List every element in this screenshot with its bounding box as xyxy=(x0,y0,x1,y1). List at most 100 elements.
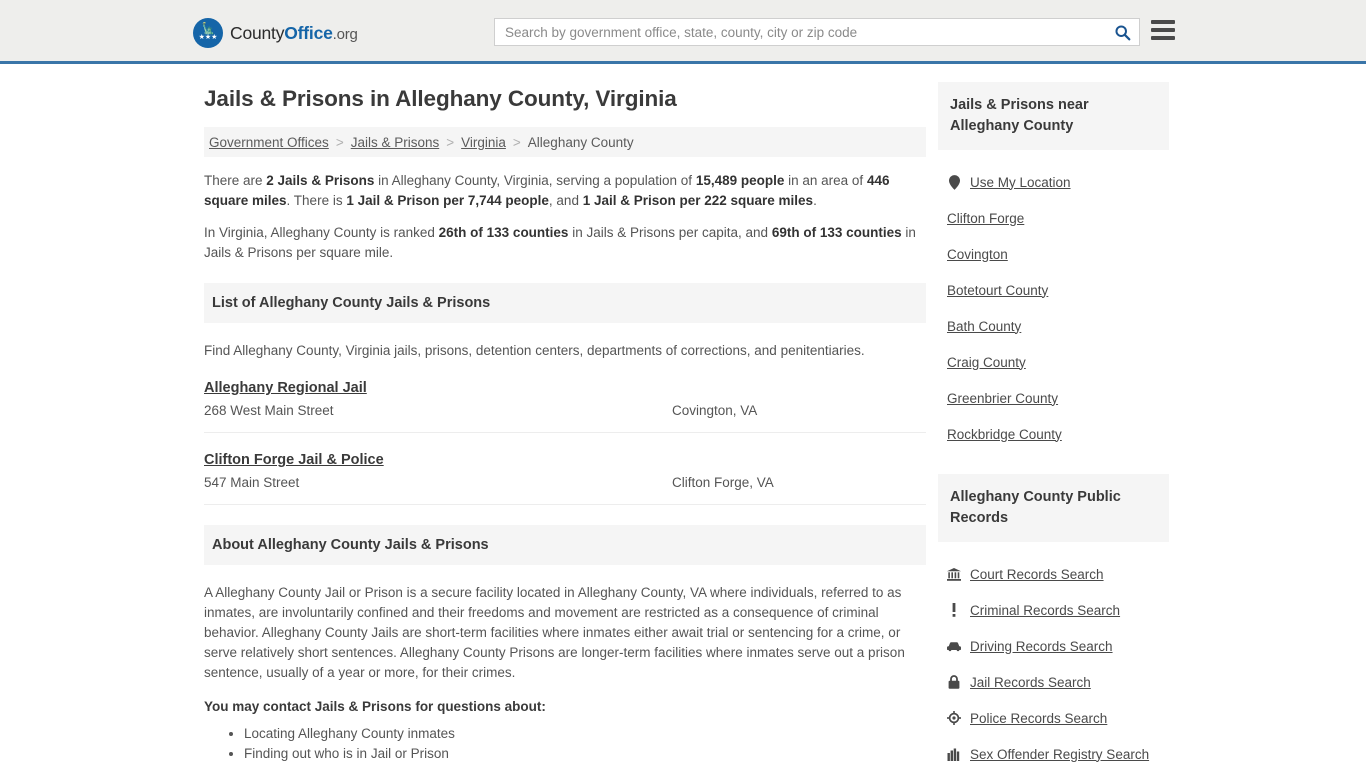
listing-address: 268 West Main Street xyxy=(204,403,334,418)
intro-text: in Alleghany County, Virginia, serving a… xyxy=(374,173,696,188)
breadcrumb-item-government-offices[interactable]: Government Offices xyxy=(209,135,329,150)
exclamation-icon xyxy=(947,603,961,617)
records-panel-heading: Alleghany County Public Records xyxy=(938,474,1169,542)
list-section-description: Find Alleghany County, Virginia jails, p… xyxy=(204,343,865,358)
sidebar-item-bath-county[interactable]: Bath County xyxy=(938,308,1169,344)
nearby-link[interactable]: Bath County xyxy=(947,319,1021,334)
intro-text: in Jails & Prisons per capita, and xyxy=(568,225,772,240)
stat-rank-capita: 26th of 133 counties xyxy=(438,225,569,240)
listing-name[interactable]: Clifton Forge Jail & Police xyxy=(204,452,384,468)
intro-text: . There is xyxy=(286,193,347,208)
search-input[interactable] xyxy=(495,19,1105,45)
sidebar: Jails & Prisons near Alleghany County Us… xyxy=(938,82,1169,768)
about-section-body: A Alleghany County Jail or Prison is a s… xyxy=(204,583,926,683)
sidebar-item-botetourt-county[interactable]: Botetourt County xyxy=(938,272,1169,308)
records-link[interactable]: Jail Records Search xyxy=(970,675,1091,690)
hamburger-bar-3 xyxy=(1151,36,1175,40)
listing-details: 547 Main Street Clifton Forge, VA xyxy=(204,475,926,490)
sidebar-item-greenbrier-county[interactable]: Greenbrier County xyxy=(938,380,1169,416)
listing-row[interactable]: Clifton Forge Jail & Police 547 Main Str… xyxy=(204,433,926,505)
sidebar-item-clifton-forge[interactable]: Clifton Forge xyxy=(938,200,1169,236)
stat-per-people: 1 Jail & Prison per 7,744 people xyxy=(346,193,549,208)
sidebar-item-sex-offender-registry[interactable]: Sex Offender Registry Search xyxy=(938,736,1169,768)
intro-paragraph-2: In Virginia, Alleghany County is ranked … xyxy=(204,223,926,263)
sidebar-item-rockbridge-county[interactable]: Rockbridge County xyxy=(938,416,1169,452)
logo-text-county: County xyxy=(230,22,285,43)
map-pin-icon xyxy=(947,174,961,190)
car-icon xyxy=(947,641,961,652)
page-title: Jails & Prisons in Alleghany County, Vir… xyxy=(204,86,677,111)
nearby-link[interactable]: Rockbridge County xyxy=(947,427,1062,442)
site-header: 🗽 ★★★ CountyOffice.org xyxy=(0,0,1366,64)
stat-population: 15,489 people xyxy=(695,173,785,188)
contact-topics-list: Locating Alleghany County inmates Findin… xyxy=(204,724,926,768)
sidebar-item-court-records[interactable]: Court Records Search xyxy=(938,556,1169,592)
sidebar-item-police-records[interactable]: Police Records Search xyxy=(938,700,1169,736)
listing-city-state: Covington, VA xyxy=(672,403,758,418)
sidebar-item-jail-records[interactable]: Jail Records Search xyxy=(938,664,1169,700)
listing-address: 547 Main Street xyxy=(204,475,300,490)
listing-row[interactable]: Alleghany Regional Jail 268 West Main St… xyxy=(204,361,926,433)
search-icon xyxy=(1114,24,1130,40)
listing-details: 268 West Main Street Covington, VA xyxy=(204,403,926,418)
nearby-link[interactable]: Clifton Forge xyxy=(947,211,1024,226)
sidebar-item-driving-records[interactable]: Driving Records Search xyxy=(938,628,1169,664)
nearby-panel-heading: Jails & Prisons near Alleghany County xyxy=(938,82,1169,150)
padlock-icon xyxy=(947,675,961,689)
logo-text-office: Office xyxy=(284,22,333,43)
nearby-links-list: Use My Location Clifton Forge Covington … xyxy=(938,150,1169,452)
stat-per-area: 1 Jail & Prison per 222 square miles xyxy=(582,193,814,208)
intro-paragraph-1: There are 2 Jails & Prisons in Alleghany… xyxy=(204,171,926,211)
nearby-link[interactable]: Botetourt County xyxy=(947,283,1048,298)
intro-text: In Virginia, Alleghany County is ranked xyxy=(204,225,439,240)
breadcrumb-separator: > xyxy=(446,134,455,150)
sidebar-item-covington[interactable]: Covington xyxy=(938,236,1169,272)
intro-text: , and xyxy=(548,193,583,208)
search-bar[interactable] xyxy=(494,18,1140,46)
records-links-list: Court Records Search Criminal Records Se… xyxy=(938,542,1169,768)
breadcrumb-separator: > xyxy=(512,134,521,150)
search-button[interactable] xyxy=(1105,19,1139,45)
stat-rank-area: 69th of 133 counties xyxy=(771,225,902,240)
records-link[interactable]: Police Records Search xyxy=(970,711,1107,726)
main-content: Jails & Prisons in Alleghany County, Vir… xyxy=(204,64,926,768)
use-my-location-link[interactable]: Use My Location xyxy=(970,175,1071,190)
sidebar-item-criminal-records[interactable]: Criminal Records Search xyxy=(938,592,1169,628)
records-link[interactable]: Criminal Records Search xyxy=(970,603,1120,618)
list-item: Searching for criminal records xyxy=(244,764,926,768)
about-paragraph: A Alleghany County Jail or Prison is a s… xyxy=(204,585,905,680)
three-stars-icon: ★★★ xyxy=(198,34,218,41)
sidebar-item-use-my-location[interactable]: Use My Location xyxy=(938,164,1169,200)
listing-name[interactable]: Alleghany Regional Jail xyxy=(204,380,367,396)
logo-wordmark: CountyOffice.org xyxy=(230,23,358,44)
intro-statistics: There are 2 Jails & Prisons in Alleghany… xyxy=(204,171,926,263)
nearby-link[interactable]: Craig County xyxy=(947,355,1026,370)
sidebar-item-craig-county[interactable]: Craig County xyxy=(938,344,1169,380)
intro-text: There are xyxy=(204,173,267,188)
hamburger-bar-2 xyxy=(1151,28,1175,32)
site-logo[interactable]: 🗽 ★★★ CountyOffice.org xyxy=(193,18,358,48)
breadcrumb: Government Offices > Jails & Prisons > V… xyxy=(204,127,926,157)
hamburger-bar-1 xyxy=(1151,20,1175,24)
list-item: Locating Alleghany County inmates xyxy=(244,724,926,744)
contact-lead-text: You may contact Jails & Prisons for ques… xyxy=(204,699,546,714)
intro-text: . xyxy=(813,193,817,208)
logo-emblem: 🗽 ★★★ xyxy=(193,18,223,48)
records-link[interactable]: Court Records Search xyxy=(970,567,1104,582)
fingerprint-icon xyxy=(947,748,961,761)
list-section-heading: List of Alleghany County Jails & Prisons xyxy=(204,283,926,323)
hamburger-menu-icon[interactable] xyxy=(1151,20,1175,40)
nearby-link[interactable]: Greenbrier County xyxy=(947,391,1058,406)
records-link[interactable]: Driving Records Search xyxy=(970,639,1113,654)
stat-jail-count: 2 Jails & Prisons xyxy=(266,173,375,188)
nearby-link[interactable]: Covington xyxy=(947,247,1008,262)
eagle-icon: 🗽 xyxy=(201,23,216,35)
about-section-heading: About Alleghany County Jails & Prisons xyxy=(204,525,926,565)
records-link[interactable]: Sex Offender Registry Search xyxy=(970,747,1149,762)
breadcrumb-item-jails-prisons[interactable]: Jails & Prisons xyxy=(351,135,440,150)
listing-city-state: Clifton Forge, VA xyxy=(672,475,774,490)
breadcrumb-item-alleghany-county: Alleghany County xyxy=(527,134,634,150)
breadcrumb-item-virginia[interactable]: Virginia xyxy=(461,135,506,150)
records-panel: Alleghany County Public Records Court Re… xyxy=(938,474,1169,768)
intro-text: in an area of xyxy=(784,173,867,188)
